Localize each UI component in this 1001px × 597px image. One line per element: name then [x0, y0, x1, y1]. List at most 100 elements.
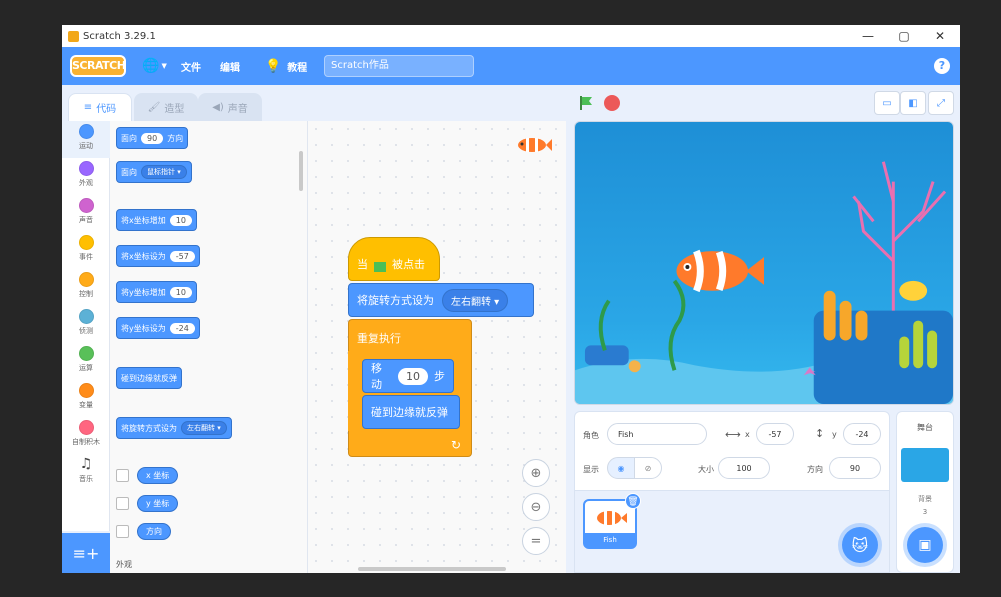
- block-set-rotation-style[interactable]: 将旋转方式设为 左右翻转 ▾: [116, 417, 232, 439]
- zoom-out-icon: ⊖: [530, 499, 542, 515]
- editor-tabs: ≡ 代码 🖌 造型 ◀) 声音: [62, 85, 572, 121]
- category-events[interactable]: 事件: [62, 232, 110, 269]
- tab-sounds-label: 声音: [227, 103, 248, 115]
- sensing-dot-icon: [78, 309, 94, 324]
- project-title-input[interactable]: Scratch作品: [324, 55, 474, 77]
- scratch-window: Scratch 3.29.1 — ▢ ✕ SCRATCH 🌐 ▼ 文件 编辑 💡…: [62, 25, 960, 573]
- block-bounce-on-edge[interactable]: 碰到边缘就反弹: [116, 367, 182, 389]
- reporter-direction[interactable]: 方向: [116, 521, 171, 541]
- loop-arrow-icon: ↻: [450, 438, 461, 452]
- small-stage-button[interactable]: ▭: [874, 91, 900, 115]
- delete-sprite-button[interactable]: 🗑: [625, 493, 641, 509]
- zoom-reset-icon: =: [530, 533, 542, 549]
- palette-scrollbar[interactable]: [299, 151, 303, 191]
- reporter-y-position[interactable]: y 坐标: [116, 493, 179, 513]
- category-looks[interactable]: 外观: [62, 158, 110, 195]
- close-button[interactable]: ✕: [922, 25, 958, 47]
- category-my-blocks[interactable]: 自制积木: [62, 417, 110, 454]
- x-position-input[interactable]: -57: [756, 423, 794, 445]
- tutorials-menu[interactable]: 💡 教程: [265, 47, 307, 85]
- scratch-logo[interactable]: SCRATCH: [70, 55, 126, 77]
- size-input[interactable]: 100: [718, 457, 770, 479]
- zoom-reset-button[interactable]: =: [522, 527, 550, 555]
- stage-canvas[interactable]: [574, 121, 954, 405]
- reporter-x-position[interactable]: x 坐标: [116, 465, 179, 485]
- menu-bar: SCRATCH 🌐 ▼ 文件 编辑 💡 教程 Scratch作品 ?: [62, 47, 960, 85]
- move-steps-input[interactable]: 10: [398, 367, 428, 385]
- direction-input[interactable]: 90: [141, 132, 164, 144]
- rotation-style-dropdown[interactable]: 左右翻转 ▾: [181, 421, 227, 435]
- category-menu: 运动 外观 声音 事件 控制 侦测 运算 变量 自制积木 ♫ 音乐: [62, 121, 110, 531]
- language-menu[interactable]: 🌐 ▼: [142, 47, 167, 85]
- eye-icon: ◉: [617, 463, 625, 473]
- block-set-y[interactable]: 将y坐标设为 -24: [116, 317, 200, 339]
- change-x-input[interactable]: 10: [169, 214, 192, 226]
- zoom-out-button[interactable]: ⊖: [522, 493, 550, 521]
- block-change-y[interactable]: 将y坐标增加 10: [116, 281, 197, 303]
- fullscreen-button[interactable]: ⤢: [928, 91, 954, 115]
- set-y-input[interactable]: -24: [169, 322, 195, 334]
- set-x-input[interactable]: -57: [169, 250, 195, 262]
- tab-code[interactable]: ≡ 代码: [68, 93, 132, 121]
- y-position-checkbox[interactable]: [116, 496, 129, 510]
- choose-sprite-button[interactable]: 🐱: [842, 527, 878, 563]
- x-position-checkbox[interactable]: [116, 468, 129, 482]
- direction-input[interactable]: 90: [829, 457, 881, 479]
- help-icon[interactable]: ?: [934, 58, 950, 74]
- large-stage-button[interactable]: ◧: [900, 91, 926, 115]
- tab-code-label: 代码: [96, 104, 117, 115]
- category-sound[interactable]: 声音: [62, 195, 110, 232]
- change-y-input[interactable]: 10: [169, 286, 192, 298]
- block-point-in-direction[interactable]: 面向 90 方向: [116, 127, 189, 149]
- sprite-indicator-fish-icon: [518, 138, 552, 152]
- block-change-x[interactable]: 将x坐标增加 10: [116, 209, 197, 231]
- category-music[interactable]: ♫ 音乐: [62, 454, 110, 491]
- move-steps-block[interactable]: 移动 10 步: [362, 359, 454, 393]
- brush-icon: 🖌: [147, 101, 161, 113]
- block-point-towards[interactable]: 面向 鼠标指针 ▾: [116, 161, 192, 183]
- tab-costumes-label: 造型: [164, 103, 185, 115]
- sprite-name-input[interactable]: Fish: [607, 423, 707, 445]
- chevron-down-icon: ▼: [161, 62, 167, 70]
- category-control[interactable]: 控制: [62, 269, 110, 306]
- motion-dot-icon: [78, 124, 94, 139]
- green-flag-button[interactable]: [578, 95, 594, 111]
- workspace-scrollbar[interactable]: [358, 567, 506, 571]
- direction-checkbox[interactable]: [116, 524, 129, 538]
- bounce-on-edge-block[interactable]: 碰到边缘就反弹: [362, 395, 460, 429]
- looks-dot-icon: [78, 161, 94, 176]
- fullscreen-icon: ⤢: [937, 97, 945, 109]
- code-icon: ≡: [83, 102, 93, 113]
- backdrop-thumbnail: [901, 448, 949, 482]
- category-variables[interactable]: 变量: [62, 380, 110, 417]
- zoom-in-button[interactable]: ⊕: [522, 459, 550, 487]
- minimize-button[interactable]: —: [850, 25, 886, 47]
- zoom-in-icon: ⊕: [530, 465, 542, 481]
- point-towards-dropdown[interactable]: 鼠标指针 ▾: [141, 165, 187, 179]
- y-position-input[interactable]: -24: [843, 423, 881, 445]
- events-dot-icon: [78, 235, 94, 250]
- when-flag-clicked-block[interactable]: 当 被点击: [348, 237, 440, 281]
- tab-sounds[interactable]: ◀) 声音: [198, 93, 262, 121]
- cat-plus-icon: 🐱: [851, 535, 869, 555]
- category-sensing[interactable]: 侦测: [62, 306, 110, 343]
- show-sprite-button[interactable]: ◉: [607, 457, 635, 479]
- tab-costumes[interactable]: 🖌 造型: [134, 93, 198, 121]
- category-motion[interactable]: 运动: [62, 121, 110, 158]
- set-rotation-style-block[interactable]: 将旋转方式设为 左右翻转 ▾: [348, 283, 534, 317]
- globe-icon: 🌐: [142, 58, 160, 74]
- add-extension-button[interactable]: ≡+: [62, 533, 110, 573]
- choose-backdrop-button[interactable]: ▣: [907, 527, 943, 563]
- block-set-x[interactable]: 将x坐标设为 -57: [116, 245, 200, 267]
- tutorials-label: 教程: [287, 62, 308, 74]
- category-operators[interactable]: 运算: [62, 343, 110, 380]
- operators-dot-icon: [78, 346, 94, 361]
- maximize-button[interactable]: ▢: [886, 25, 922, 47]
- stop-button[interactable]: [604, 95, 620, 111]
- small-stage-icon: ▭: [882, 97, 892, 109]
- block-palette: 面向 90 方向 面向 鼠标指针 ▾ 将x坐标增加 10 将x坐标设为 -57 …: [110, 121, 308, 573]
- script-rotation-dropdown[interactable]: 左右翻转 ▾: [442, 288, 509, 312]
- file-menu[interactable]: 文件: [181, 47, 201, 85]
- edit-menu[interactable]: 编辑: [220, 47, 240, 85]
- hide-sprite-button[interactable]: ⊘: [634, 457, 662, 479]
